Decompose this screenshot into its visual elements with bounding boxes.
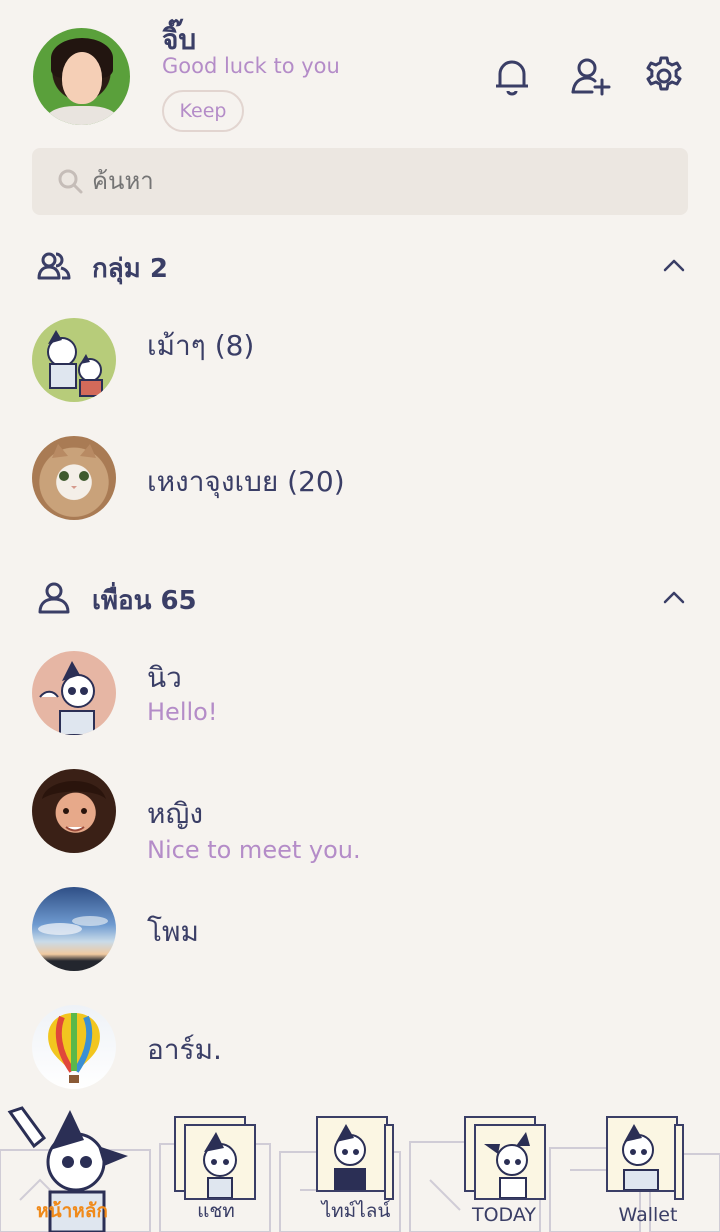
- bell-icon[interactable]: [490, 54, 534, 98]
- friend-name: อาร์ม.: [147, 1033, 222, 1066]
- profile-avatar[interactable]: [33, 28, 130, 125]
- list-item[interactable]: เม้าๆ (8): [0, 308, 720, 418]
- search-icon: [58, 169, 83, 194]
- astro-boy-chat-icon: [184, 1124, 256, 1200]
- nav-today-tab[interactable]: TODAY: [448, 1100, 560, 1232]
- nav-home-tab[interactable]: หน้าหลัก: [0, 1100, 144, 1232]
- group-avatar: [32, 436, 116, 520]
- group-icon: [37, 252, 71, 280]
- list-item[interactable]: อาร์ม.: [0, 994, 720, 1104]
- friends-section-header[interactable]: เพื่อน 65: [0, 568, 720, 628]
- friend-status-message: Nice to meet you.: [147, 836, 361, 864]
- chevron-up-icon[interactable]: [660, 254, 688, 278]
- list-item[interactable]: นิว Hello!: [0, 640, 720, 750]
- group-name: เม้าๆ (8): [147, 329, 255, 362]
- friend-avatar: [32, 1005, 116, 1089]
- nav-timeline-tab[interactable]: ไทม์ไลน์: [300, 1100, 412, 1232]
- list-item[interactable]: โพม: [0, 876, 720, 986]
- group-name: เหงาจุงเบย (20): [147, 465, 345, 498]
- friend-name: นิว: [147, 661, 182, 694]
- astro-boy-wallet-icon: [606, 1116, 678, 1192]
- group-avatar: [32, 318, 116, 402]
- list-item[interactable]: เหงาจุงเบย (20): [0, 426, 720, 536]
- nav-wallet-label: Wallet: [618, 1204, 678, 1226]
- keep-button[interactable]: Keep: [162, 90, 244, 132]
- friend-name: โพม: [147, 915, 199, 948]
- groups-section-header[interactable]: กลุ่ม 2: [0, 236, 720, 296]
- search-input[interactable]: [92, 148, 672, 215]
- add-friend-icon[interactable]: [568, 54, 612, 98]
- friend-name: หญิง: [147, 797, 203, 830]
- list-item[interactable]: หญิง Nice to meet you.: [0, 758, 720, 868]
- profile-status-message[interactable]: Good luck to you: [162, 54, 340, 78]
- nav-chat-label: แชท: [197, 1200, 235, 1222]
- friend-avatar: [32, 769, 116, 853]
- friend-status-message: Hello!: [147, 698, 218, 726]
- nav-wallet-tab[interactable]: Wallet: [592, 1100, 704, 1232]
- friends-title: เพื่อน 65: [92, 586, 197, 616]
- astro-boy-timeline-icon: [316, 1116, 388, 1192]
- chevron-up-icon[interactable]: [660, 586, 688, 610]
- friend-avatar: [32, 887, 116, 971]
- bottom-navigation: หน้าหลัก แชท ไทม์ไลน์ TODAY Wallet: [0, 1100, 720, 1232]
- profile-header: จิ๊บ Good luck to you Keep: [0, 0, 720, 140]
- person-icon: [38, 582, 70, 614]
- gear-icon[interactable]: [642, 54, 686, 98]
- search-bar[interactable]: [32, 148, 688, 215]
- nav-today-label: TODAY: [472, 1204, 536, 1226]
- friend-avatar: [32, 651, 116, 735]
- nav-chat-tab[interactable]: แชท: [160, 1100, 272, 1232]
- astro-boy-today-icon: [474, 1124, 546, 1200]
- nav-home-label: หน้าหลัก: [36, 1200, 108, 1222]
- groups-title: กลุ่ม 2: [92, 254, 168, 284]
- nav-timeline-label: ไทม์ไลน์: [321, 1200, 391, 1222]
